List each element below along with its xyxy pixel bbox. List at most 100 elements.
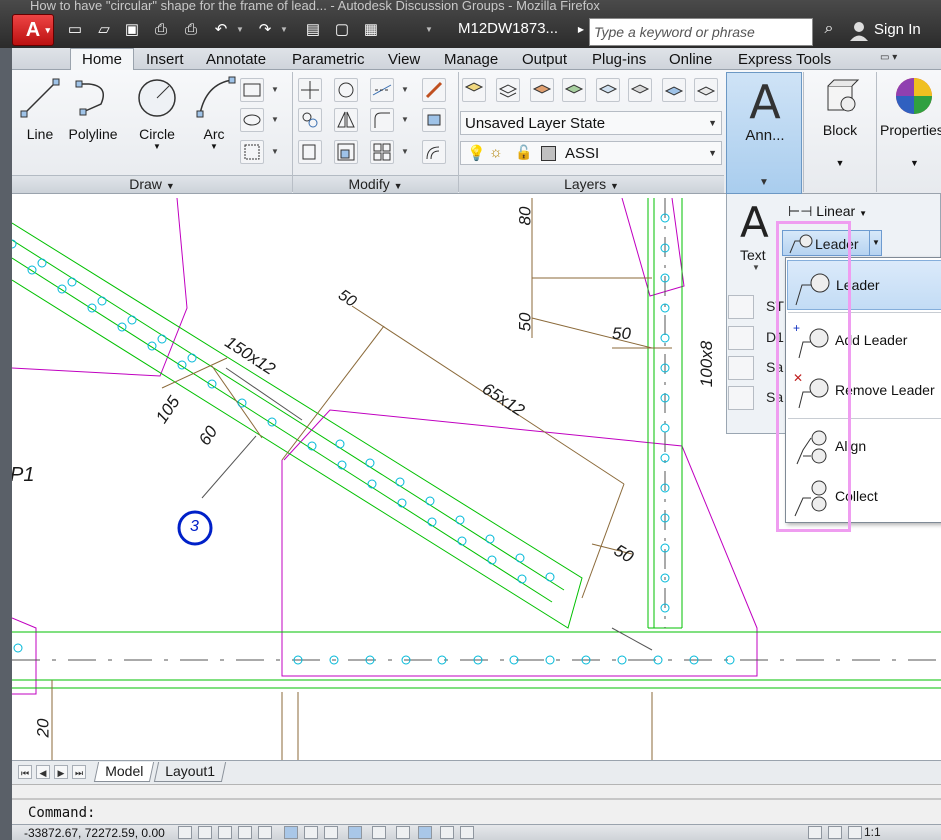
print-icon[interactable]: ⎙ bbox=[180, 20, 202, 40]
dim-style-icon[interactable] bbox=[728, 326, 754, 350]
quick-view-drawings-icon[interactable] bbox=[848, 826, 862, 839]
properties-button[interactable]: Properties ▼ bbox=[880, 76, 941, 168]
mirror-icon[interactable] bbox=[334, 108, 358, 132]
ribbon-toggle-icon[interactable]: ▭ ▾ bbox=[880, 52, 914, 67]
linear-dimension-button[interactable]: ⊢⊣ Linear ▼ bbox=[788, 203, 867, 220]
tab-express-tools[interactable]: Express Tools bbox=[738, 51, 831, 68]
last-layout-icon[interactable]: ⏭ bbox=[72, 765, 86, 779]
menu-item-leader[interactable]: Leader bbox=[787, 260, 941, 310]
tab-insert[interactable]: Insert bbox=[146, 51, 184, 68]
command-prompt[interactable]: Command: bbox=[28, 805, 95, 821]
text-dropdown-icon[interactable]: ▼ bbox=[752, 263, 760, 272]
otrack-icon[interactable] bbox=[324, 826, 338, 839]
scale-icon[interactable] bbox=[334, 140, 358, 164]
infer-constraints-icon[interactable] bbox=[178, 826, 192, 839]
3d-osnap-icon[interactable] bbox=[304, 826, 318, 839]
offset-icon[interactable] bbox=[422, 140, 446, 164]
hatch-icon[interactable] bbox=[240, 108, 264, 132]
rectangle-dropdown-icon[interactable]: ▼ bbox=[270, 78, 280, 102]
text-label[interactable]: Text bbox=[740, 247, 766, 263]
transparency-icon[interactable] bbox=[418, 826, 432, 839]
ucs-icon[interactable] bbox=[348, 826, 362, 839]
layer-walk-icon[interactable] bbox=[562, 78, 586, 102]
tab-manage[interactable]: Manage bbox=[444, 51, 498, 68]
array-dropdown-icon[interactable]: ▼ bbox=[400, 140, 410, 164]
move-icon[interactable] bbox=[298, 78, 322, 102]
annotation-panel-button[interactable]: A Ann... ▼ bbox=[726, 72, 802, 194]
coordinates-readout[interactable]: -33872.67, 72272.59, 0.00 bbox=[24, 826, 165, 840]
table-style-icon[interactable] bbox=[728, 386, 754, 410]
menu-item-remove-leader[interactable]: ✕ Remove Leader bbox=[787, 366, 941, 416]
save-icon[interactable]: ▣ bbox=[121, 20, 143, 40]
application-menu-button[interactable]: A ▾ bbox=[12, 14, 54, 46]
selection-cycling-icon[interactable] bbox=[460, 826, 474, 839]
title-expand-icon[interactable]: ▶ bbox=[576, 20, 586, 40]
leader-split-button[interactable]: Leader ▼ bbox=[782, 230, 882, 256]
tab-layout1[interactable]: Layout1 bbox=[153, 762, 226, 782]
menu-item-collect[interactable]: Collect bbox=[787, 472, 941, 522]
leader-dropdown-icon[interactable]: ▼ bbox=[869, 231, 882, 255]
dyn-icon[interactable] bbox=[372, 826, 386, 839]
search-input[interactable]: Type a keyword or phrase bbox=[589, 18, 813, 46]
user-icon[interactable] bbox=[848, 20, 870, 42]
open-icon[interactable]: ▱ bbox=[93, 20, 115, 40]
fillet-dropdown-icon[interactable]: ▼ bbox=[400, 108, 410, 132]
circle-dropdown-icon[interactable]: ▼ bbox=[134, 142, 180, 151]
line-tool-button[interactable]: Line bbox=[20, 76, 60, 142]
modify-panel-title[interactable]: Modify ▼ bbox=[293, 175, 458, 193]
layers-panel-title[interactable]: Layers ▼ bbox=[459, 175, 724, 193]
text-icon[interactable]: A bbox=[740, 198, 769, 247]
redo-dropdown-icon[interactable]: ▼ bbox=[279, 20, 289, 40]
undo-icon[interactable]: ↶ bbox=[210, 20, 232, 40]
tab-annotate[interactable]: Annotate bbox=[206, 51, 266, 68]
redo-icon[interactable]: ↷ bbox=[254, 20, 276, 40]
block-dropdown-icon[interactable]: ▼ bbox=[810, 158, 870, 168]
erase-icon[interactable] bbox=[422, 78, 446, 102]
hatch-dropdown-icon[interactable]: ▼ bbox=[270, 108, 280, 132]
layer-match-icon[interactable] bbox=[662, 78, 686, 102]
tab-plug-ins[interactable]: Plug-ins bbox=[592, 51, 646, 68]
new-icon[interactable]: ▭ bbox=[64, 20, 86, 40]
arc-tool-button[interactable]: Arc ▼ bbox=[196, 76, 236, 151]
trim-icon[interactable] bbox=[370, 78, 394, 102]
ortho-icon[interactable] bbox=[238, 826, 252, 839]
layer-off-icon[interactable] bbox=[628, 78, 652, 102]
tab-output[interactable]: Output bbox=[522, 51, 567, 68]
tab-home[interactable]: Home bbox=[70, 48, 135, 71]
region-icon[interactable] bbox=[240, 140, 264, 164]
rotate-icon[interactable] bbox=[334, 78, 358, 102]
quick-properties-icon[interactable] bbox=[440, 826, 454, 839]
annotation-scale[interactable]: 1:1 bbox=[864, 825, 881, 839]
menu-item-add-leader[interactable]: + Add Leader bbox=[787, 316, 941, 366]
layer-freeze-icon[interactable] bbox=[596, 78, 620, 102]
layer-select[interactable]: 💡 ☼ 🔓 ASSI ▼ bbox=[460, 141, 722, 165]
match-icon[interactable]: ▢ bbox=[331, 20, 353, 40]
snap-icon[interactable] bbox=[198, 826, 212, 839]
stretch-icon[interactable] bbox=[298, 140, 322, 164]
leader-style-icon[interactable] bbox=[728, 356, 754, 380]
tab-parametric[interactable]: Parametric bbox=[292, 51, 365, 68]
first-layout-icon[interactable]: ⏮ bbox=[18, 765, 32, 779]
lineweight-icon[interactable] bbox=[396, 826, 410, 839]
block-button[interactable]: Block ▼ bbox=[810, 76, 870, 168]
qat-dropdown-icon[interactable]: ▼ bbox=[424, 20, 434, 40]
plot-icon[interactable]: ⎙ bbox=[150, 20, 172, 40]
layer-isolate-icon[interactable] bbox=[530, 78, 554, 102]
arc-dropdown-icon[interactable]: ▼ bbox=[196, 142, 232, 151]
workspace-icon[interactable]: ▦ bbox=[360, 20, 382, 40]
sign-in-link[interactable]: Sign In bbox=[874, 21, 921, 38]
fillet-icon[interactable] bbox=[370, 108, 394, 132]
rectangle-icon[interactable] bbox=[240, 78, 264, 102]
copy-icon[interactable] bbox=[298, 108, 322, 132]
text-style-icon[interactable] bbox=[728, 295, 754, 319]
next-layout-icon[interactable]: ▶ bbox=[54, 765, 68, 779]
tab-model[interactable]: Model bbox=[93, 762, 155, 782]
properties-dropdown-icon[interactable]: ▼ bbox=[910, 158, 941, 168]
prev-layout-icon[interactable]: ◀ bbox=[36, 765, 50, 779]
layer-lock-icon[interactable] bbox=[694, 78, 718, 102]
menu-item-align[interactable]: Align bbox=[787, 422, 941, 472]
region-dropdown-icon[interactable]: ▼ bbox=[270, 140, 280, 164]
array-icon[interactable] bbox=[370, 140, 394, 164]
properties-icon[interactable]: ▤ bbox=[302, 20, 324, 40]
grid-icon[interactable] bbox=[218, 826, 232, 839]
